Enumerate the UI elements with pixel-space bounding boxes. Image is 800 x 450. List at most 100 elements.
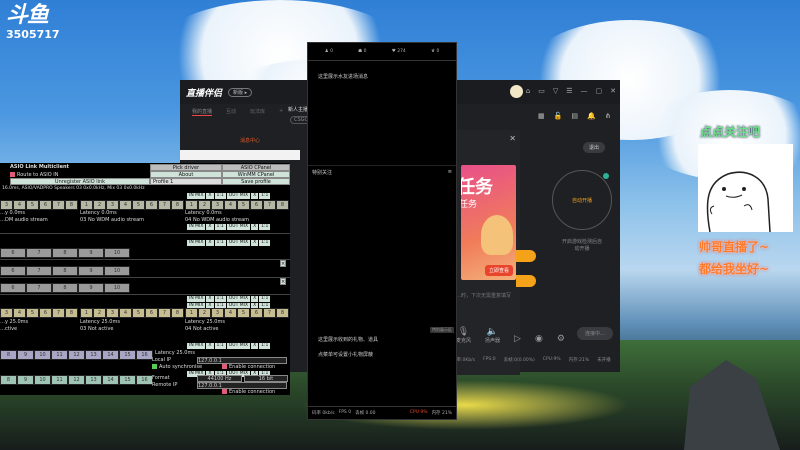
mix-button[interactable]: 1:1 [214,224,226,230]
mix-button[interactable]: X [206,193,214,199]
mix-button[interactable]: X [251,296,259,302]
channel-cell[interactable]: 4 [119,308,132,318]
orange-button[interactable] [516,275,536,287]
camera-control[interactable]: ▷ [514,334,521,344]
add-tab-button[interactable]: + [279,108,283,116]
channel-cell[interactable]: 4 [119,200,132,210]
unlock-icon[interactable]: 🔓 [554,112,563,120]
profile-select[interactable]: Profile 1 [150,178,222,185]
channel-cell[interactable]: 10 [34,375,51,385]
channel-cell[interactable]: 10 [104,283,130,293]
remote-ip-field[interactable]: 127.0.0.1 [197,382,287,389]
channel-cell[interactable]: 7 [26,248,52,258]
bits-select[interactable]: 16 bit [244,375,288,382]
channel-cell[interactable]: 4 [224,200,237,210]
channel-cell[interactable]: 4 [13,308,26,318]
speaker-control[interactable]: 🔈 扬声器 [485,327,500,344]
gift-box-icon[interactable]: ▦ [538,112,545,120]
channel-cell[interactable]: 2 [93,200,106,210]
channel-cell[interactable]: 12 [68,375,85,385]
mix-button[interactable]: 1:1 [214,296,226,302]
view-now-button[interactable]: 立即查看 [484,265,513,276]
settings-control[interactable]: ⚙ [557,334,565,344]
channel-cell[interactable]: 14 [102,375,119,385]
channel-cell[interactable]: 3 [0,308,13,318]
channel-cell[interactable]: 8 [0,375,17,385]
mix-button[interactable]: 1:1 [259,193,271,199]
share-icon[interactable]: ⋔ [605,112,611,120]
channel-cell[interactable]: 1 [185,200,198,210]
version-pill[interactable]: 新版 ▸ [228,87,253,97]
channel-cell[interactable]: 15 [119,375,136,385]
channel-cell[interactable]: 1 [80,308,93,318]
channel-cell[interactable]: 3 [211,308,224,318]
channel-cell[interactable]: 5 [132,308,145,318]
menu-icon[interactable]: ≡ [448,169,452,176]
mix-button[interactable]: X [206,224,214,230]
channel-cell[interactable]: 11 [51,375,68,385]
channel-cell[interactable]: 6 [0,283,26,293]
channel-cell[interactable]: 6 [39,308,52,318]
close-icon[interactable]: ✕ [509,134,516,143]
checkbox[interactable] [152,364,157,369]
channel-cell[interactable]: 6 [0,248,26,258]
channel-cell[interactable]: 9 [17,350,34,360]
channel-cell[interactable]: 7 [158,308,171,318]
channel-cell[interactable]: 11 [51,350,68,360]
channel-cell[interactable]: 3 [106,308,119,318]
checkbox[interactable] [10,172,15,177]
tab-my-live[interactable]: 我的直播 [192,108,213,116]
mix-button[interactable]: 1:1 [214,343,226,349]
checkbox[interactable] [222,389,227,394]
mix-button[interactable]: OUT MIX [226,224,251,230]
close-button[interactable]: × [280,260,287,267]
mix-button[interactable]: 1:1 [259,224,271,230]
filter-icon[interactable]: ▽ [553,87,558,95]
winmm-cpanel-button[interactable]: WinMM CPanel [222,171,290,178]
channel-cell[interactable]: 13 [85,375,102,385]
checkbox[interactable] [222,364,227,369]
room-title[interactable]: 新人主播 [288,106,308,113]
mix-button[interactable]: IN MIX [187,240,206,246]
bell-icon[interactable]: 🔔 [587,112,596,120]
channel-cell[interactable]: 10 [104,248,130,258]
channel-cell[interactable]: 8 [276,308,289,318]
channel-cell[interactable]: 13 [85,350,102,360]
channel-cell[interactable]: 14 [102,350,119,360]
message-center-link[interactable]: 消息中心 [240,137,260,144]
channel-cell[interactable]: 6 [250,200,263,210]
channel-cell[interactable]: 3 [0,200,13,210]
close-button[interactable]: × [280,278,287,285]
storage-icon[interactable]: ▤ [571,112,578,120]
mix-button[interactable]: 1:1 [214,193,226,199]
channel-cell[interactable]: 8 [276,200,289,210]
chat-icon[interactable]: ▭ [538,87,545,95]
channel-cell[interactable]: 8 [65,200,78,210]
channel-cell[interactable]: 3 [211,200,224,210]
mix-button[interactable]: X [206,240,214,246]
mix-button[interactable]: X [251,193,259,199]
mix-button[interactable]: IN MIX [187,343,206,349]
channel-cell[interactable]: 8 [52,283,78,293]
channel-cell[interactable]: 7 [26,283,52,293]
mix-button[interactable]: 1:1 [214,240,226,246]
orange-button[interactable] [516,250,536,262]
home-icon[interactable]: ⌂ [526,87,530,95]
channel-cell[interactable]: 6 [250,308,263,318]
mix-button[interactable]: 1:1 [259,296,271,302]
channel-cell[interactable]: 5 [26,308,39,318]
connect-button[interactable]: 连接中... [577,327,613,340]
mix-button[interactable]: X [251,343,259,349]
format-select[interactable]: 44100 Hz [197,375,242,382]
mix-button[interactable]: IN MIX [187,296,206,302]
maximize-icon[interactable]: ▢ [596,87,603,95]
tab-interact[interactable]: 互动 [226,108,236,116]
channel-cell[interactable]: 8 [171,200,184,210]
mix-button[interactable]: X [206,296,214,302]
channel-cell[interactable]: 9 [78,283,104,293]
exit-button[interactable]: 退出 [583,142,606,153]
menu-icon[interactable]: ☰ [566,87,572,95]
channel-cell[interactable]: 5 [26,200,39,210]
local-ip-field[interactable]: 127.0.0.1 [197,357,287,364]
task-banner[interactable]: 任务 任务 立即查看 [461,165,516,280]
